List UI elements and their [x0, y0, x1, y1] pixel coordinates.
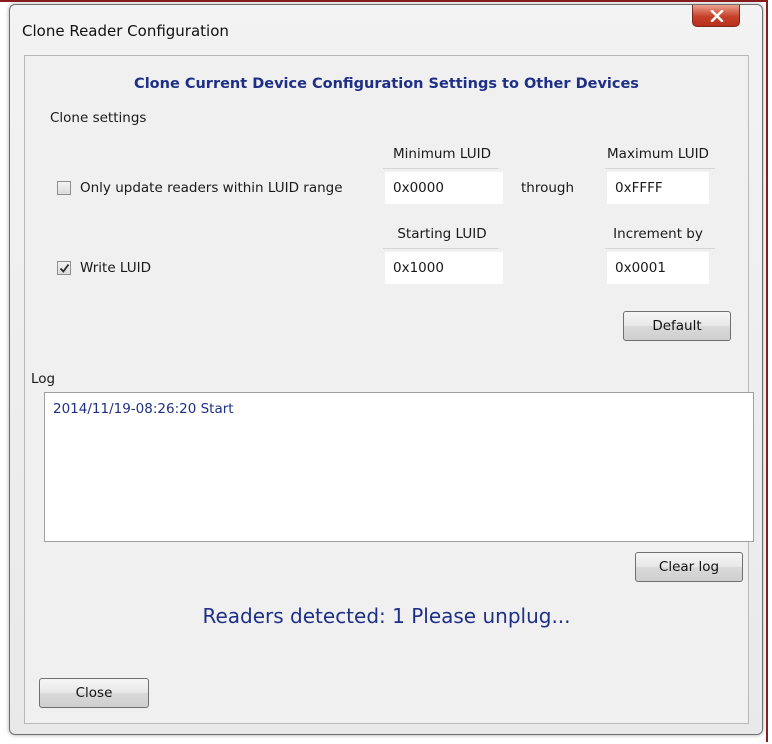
starting-luid-field[interactable]: 0x1000 — [385, 252, 503, 284]
write-luid-checkbox[interactable] — [57, 261, 71, 275]
minimum-luid-field[interactable]: 0x0000 — [385, 172, 503, 204]
dialog-window: Clone Reader Configuration Clone Current… — [9, 4, 763, 735]
title-bar[interactable]: Clone Reader Configuration — [10, 5, 762, 55]
divider — [383, 168, 499, 169]
status-message: Readers detected: 1 Please unplug... — [202, 604, 571, 628]
divider — [383, 248, 499, 249]
increment-by-field[interactable]: 0x0001 — [607, 252, 709, 284]
default-button[interactable]: Default — [623, 311, 731, 341]
write-luid-label[interactable]: Write LUID — [80, 260, 151, 276]
through-label: through — [521, 180, 575, 196]
divider — [605, 168, 715, 169]
only-update-range-label[interactable]: Only update readers within LUID range — [80, 180, 343, 196]
dialog-body: Clone Current Device Configuration Setti… — [24, 55, 754, 724]
log-entry: 2014/11/19-08:26:20 Start — [53, 401, 234, 417]
increment-by-header: Increment by — [613, 226, 703, 242]
window-title: Clone Reader Configuration — [22, 22, 229, 40]
minimum-luid-header: Minimum LUID — [393, 146, 491, 162]
only-update-range-checkbox[interactable] — [57, 181, 71, 195]
dialog-heading: Clone Current Device Configuration Setti… — [134, 76, 639, 92]
clone-settings-label: Clone settings — [50, 110, 147, 126]
clear-log-button[interactable]: Clear log — [635, 552, 743, 582]
starting-luid-header: Starting LUID — [397, 226, 487, 242]
divider — [605, 248, 715, 249]
checkmark-icon — [59, 263, 70, 273]
close-button[interactable]: Close — [39, 678, 149, 708]
close-icon — [710, 10, 724, 22]
maximum-luid-header: Maximum LUID — [607, 146, 709, 162]
maximum-luid-field[interactable]: 0xFFFF — [607, 172, 709, 204]
log-label: Log — [31, 371, 56, 387]
log-textbox[interactable]: 2014/11/19-08:26:20 Start — [44, 392, 754, 542]
window-close-button[interactable] — [692, 5, 740, 27]
